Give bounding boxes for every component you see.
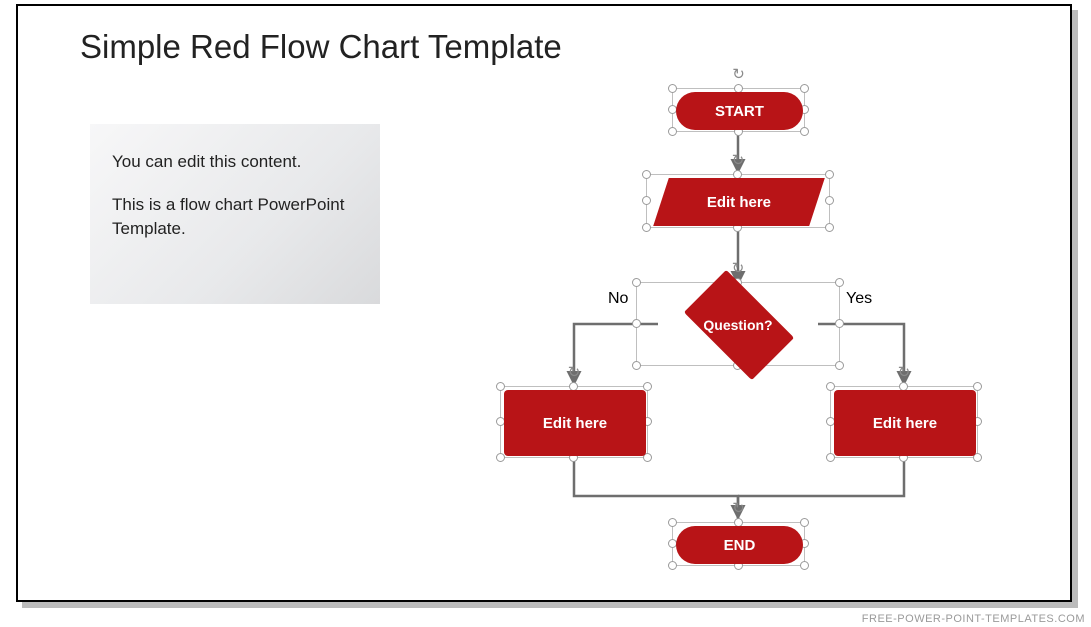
input-label: Edit here xyxy=(707,194,771,211)
right-process-selection[interactable]: ↻ Edit here xyxy=(830,386,978,458)
start-label: START xyxy=(715,103,764,120)
start-node[interactable]: START xyxy=(676,92,803,130)
input-selection[interactable]: ↻ Edit here xyxy=(646,174,830,228)
branch-no-label: No xyxy=(608,290,628,308)
end-label: END xyxy=(724,537,756,554)
start-selection[interactable]: ↻ START xyxy=(672,88,805,132)
left-process-node[interactable]: Edit here xyxy=(504,390,646,456)
resize-handle[interactable] xyxy=(642,223,651,232)
resize-handle[interactable] xyxy=(642,196,651,205)
flowchart-canvas: ↻ START ↻ Edit here ↻ xyxy=(18,6,1070,600)
resize-handle[interactable] xyxy=(835,361,844,370)
left-process-selection[interactable]: ↻ Edit here xyxy=(500,386,648,458)
rotate-handle-icon[interactable]: ↻ xyxy=(730,261,746,277)
right-process-label: Edit here xyxy=(873,415,937,432)
rotate-handle-icon[interactable]: ↻ xyxy=(731,501,747,517)
resize-handle[interactable] xyxy=(668,127,677,136)
rotate-handle-icon[interactable]: ↻ xyxy=(566,365,582,381)
resize-handle[interactable] xyxy=(632,361,641,370)
branch-yes-label: Yes xyxy=(846,290,872,308)
left-process-label: Edit here xyxy=(543,415,607,432)
resize-handle[interactable] xyxy=(825,170,834,179)
connectors xyxy=(18,6,1070,600)
resize-handle[interactable] xyxy=(800,561,809,570)
right-process-node[interactable]: Edit here xyxy=(834,390,976,456)
decision-selection[interactable]: ↻ Question? xyxy=(636,282,840,366)
slide: Simple Red Flow Chart Template You can e… xyxy=(16,4,1072,602)
resize-handle[interactable] xyxy=(826,453,835,462)
rotate-handle-icon[interactable]: ↻ xyxy=(896,365,912,381)
resize-handle[interactable] xyxy=(496,382,505,391)
resize-handle[interactable] xyxy=(668,84,677,93)
resize-handle[interactable] xyxy=(800,518,809,527)
resize-handle[interactable] xyxy=(668,561,677,570)
input-node[interactable]: Edit here xyxy=(661,178,817,226)
resize-handle[interactable] xyxy=(668,518,677,527)
resize-handle[interactable] xyxy=(800,84,809,93)
resize-handle[interactable] xyxy=(825,223,834,232)
decision-label: Question? xyxy=(637,317,839,333)
resize-handle[interactable] xyxy=(643,382,652,391)
resize-handle[interactable] xyxy=(835,278,844,287)
rotate-handle-icon[interactable]: ↻ xyxy=(730,153,746,169)
resize-handle[interactable] xyxy=(825,196,834,205)
resize-handle[interactable] xyxy=(642,170,651,179)
resize-handle[interactable] xyxy=(826,382,835,391)
watermark: FREE-POWER-POINT-TEMPLATES.COM xyxy=(862,613,1085,625)
resize-handle[interactable] xyxy=(800,127,809,136)
resize-handle[interactable] xyxy=(632,278,641,287)
resize-handle[interactable] xyxy=(973,382,982,391)
end-node[interactable]: END xyxy=(676,526,803,564)
rotate-handle-icon[interactable]: ↻ xyxy=(731,67,747,83)
resize-handle[interactable] xyxy=(496,453,505,462)
end-selection[interactable]: ↻ END xyxy=(672,522,805,566)
